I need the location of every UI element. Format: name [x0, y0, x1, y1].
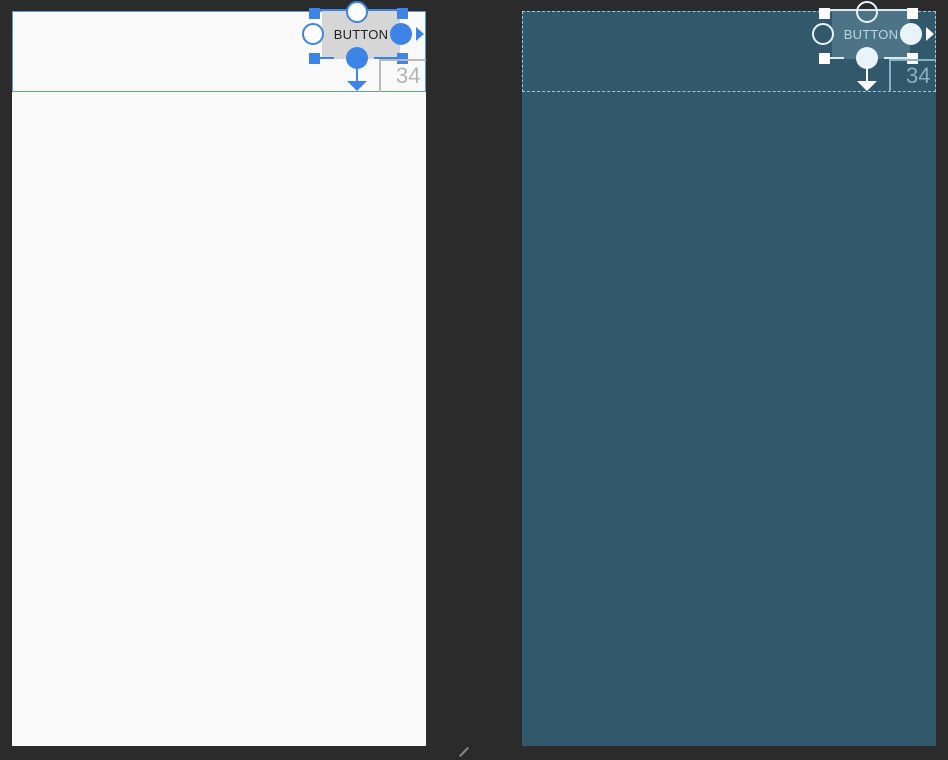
resize-handle-top-right[interactable] [397, 8, 408, 19]
right-constraint-anchor-icon[interactable] [390, 23, 412, 45]
blueprint-bottom-constraint-anchor-icon[interactable] [856, 47, 878, 69]
canvas-resize-grip-icon[interactable] [459, 747, 469, 757]
blueprint-bottom-constraint-arrow-icon [857, 81, 877, 91]
resize-handle-bottom-left[interactable] [309, 53, 320, 64]
left-constraint-anchor-icon[interactable] [302, 23, 324, 45]
blueprint-bottom-edge-line-left [830, 57, 844, 59]
blueprint-surface[interactable]: BUTTON 34 [522, 1, 936, 746]
bottom-edge-line-left [320, 57, 334, 59]
blueprint-left-constraint-anchor-icon[interactable] [812, 23, 834, 45]
margin-guide-horizontal [379, 59, 426, 61]
margin-value-label: 34 [396, 63, 421, 88]
blueprint-margin-value-label: 34 [906, 63, 931, 88]
design-surface[interactable]: BUTTON 34 [12, 1, 426, 746]
blueprint-margin-guide-horizontal [889, 59, 936, 61]
right-constraint-arrow-icon [416, 27, 424, 41]
blueprint-margin-guide-vertical [889, 59, 891, 92]
bottom-constraint-anchor-icon[interactable] [346, 47, 368, 69]
blueprint-resize-handle-top-right[interactable] [907, 8, 918, 19]
blueprint-right-constraint-anchor-icon[interactable] [900, 23, 922, 45]
bottom-constraint-arrow-icon [347, 81, 367, 91]
resize-handle-top-left[interactable] [309, 8, 320, 19]
top-constraint-anchor-icon[interactable] [346, 1, 368, 23]
blueprint-right-constraint-arrow-icon [926, 27, 934, 41]
blueprint-bottom-constraint-stem [866, 69, 868, 81]
bottom-constraint-stem [356, 69, 358, 81]
margin-guide-vertical [379, 59, 381, 92]
blueprint-top-constraint-anchor-icon[interactable] [856, 1, 878, 23]
design-button-label: BUTTON [333, 27, 389, 42]
blueprint-button-label: BUTTON [843, 27, 899, 42]
blueprint-resize-handle-top-left[interactable] [819, 8, 830, 19]
blueprint-resize-handle-bottom-left[interactable] [819, 53, 830, 64]
